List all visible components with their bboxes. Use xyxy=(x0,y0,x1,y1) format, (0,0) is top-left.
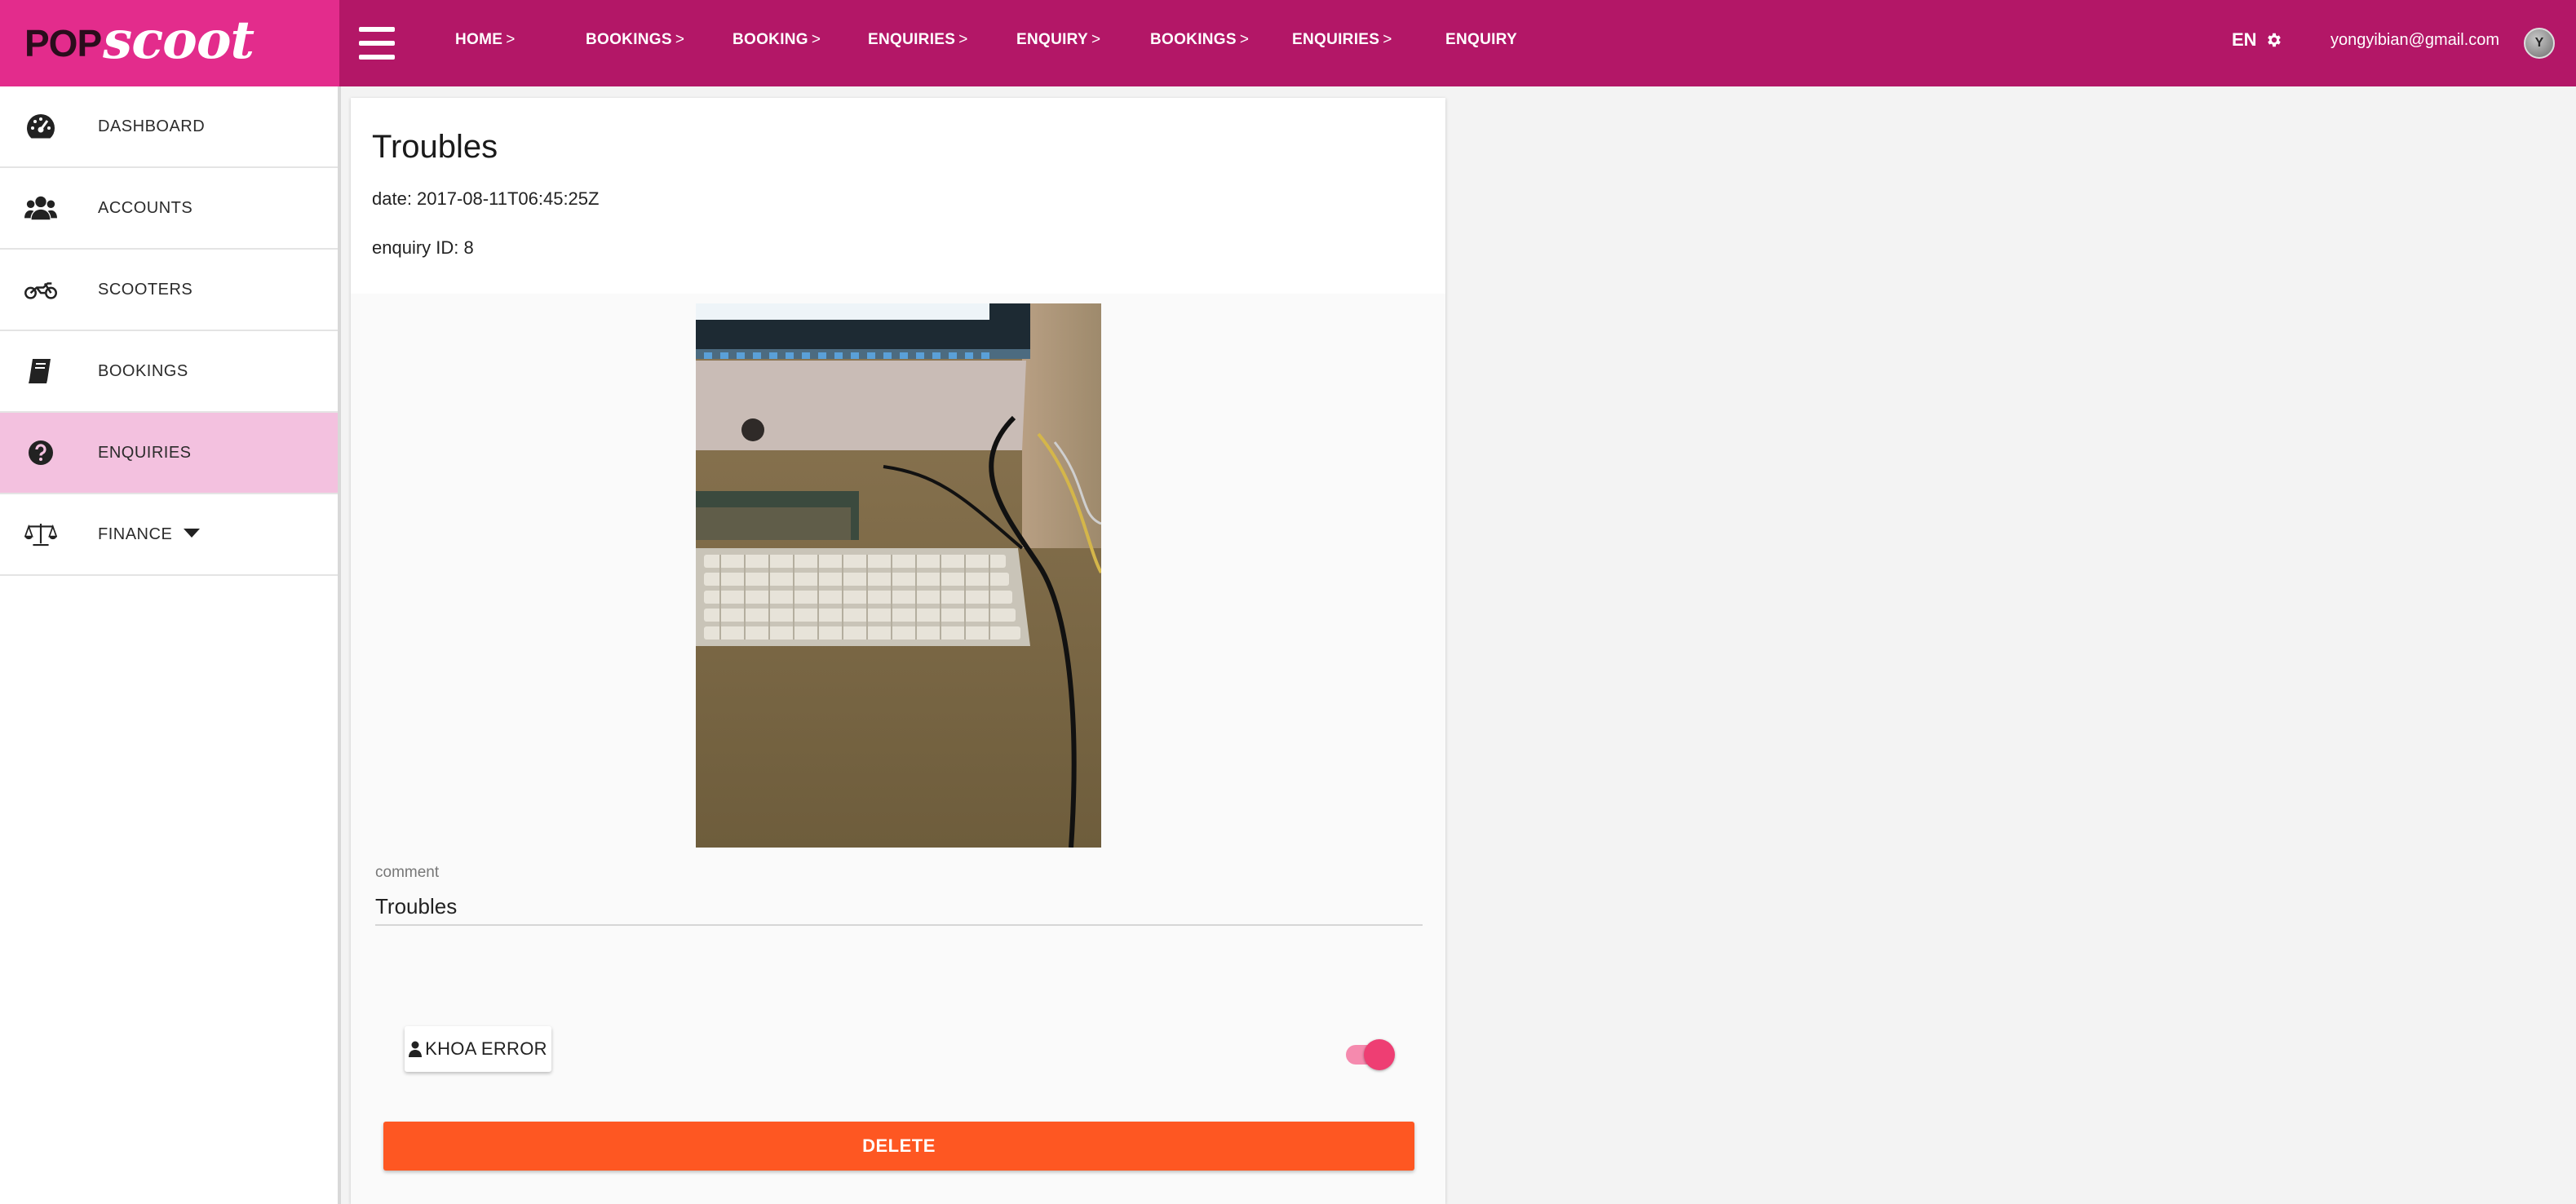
delete-button[interactable]: DELETE xyxy=(383,1122,1414,1171)
breadcrumb-item-enquiry-current[interactable]: ENQUIRY xyxy=(1445,31,1517,49)
breadcrumb-item-bookings[interactable]: BOOKINGS > xyxy=(586,31,684,49)
sidebar-item-enquiries[interactable]: ENQUIRIES xyxy=(0,413,338,494)
sidebar-item-label: ENQUIRIES xyxy=(98,443,192,462)
breadcrumb-item-booking[interactable]: BOOKING > xyxy=(733,31,821,49)
logo-scoot-text: scoot xyxy=(103,9,255,71)
sidebar-item-label: ACCOUNTS xyxy=(98,198,193,217)
enquiry-photo[interactable] xyxy=(696,303,1101,848)
breadcrumb-item-home[interactable]: HOME > xyxy=(455,31,516,49)
book-icon xyxy=(24,355,57,387)
enquiry-id: enquiry ID: 8 xyxy=(372,237,474,258)
enquiry-date: date: 2017-08-11T06:45:25Z xyxy=(372,188,600,209)
assignee-button-label: KHOA ERROR xyxy=(425,1038,547,1059)
popscoot-logo[interactable]: POP scoot xyxy=(0,0,339,86)
logo-pop-text: POP xyxy=(24,22,102,64)
page-title: Troubles xyxy=(372,129,498,165)
breadcrumb-item-bookings-2[interactable]: BOOKINGS > xyxy=(1150,31,1249,49)
menu-icon[interactable] xyxy=(359,27,395,60)
assignee-button[interactable]: KHOA ERROR xyxy=(405,1026,551,1072)
gear-icon xyxy=(2267,33,2281,47)
motorcycle-icon xyxy=(24,273,57,306)
sidebar-item-label: FINANCE xyxy=(98,525,201,544)
sidebar-item-label: SCOOTERS xyxy=(98,280,193,299)
toggle-knob xyxy=(1364,1039,1395,1070)
language-selector[interactable]: EN xyxy=(2232,29,2283,51)
avatar[interactable]: Y xyxy=(2524,28,2555,59)
user-email[interactable]: yongyibian@gmail.com xyxy=(2330,31,2499,50)
breadcrumb-item-enquiry[interactable]: ENQUIRY > xyxy=(1016,31,1100,49)
comment-field[interactable]: Troubles xyxy=(375,894,457,919)
sidebar-item-dashboard[interactable]: DASHBOARD xyxy=(0,86,338,168)
sidebar-item-label: BOOKINGS xyxy=(98,361,188,380)
sidebar-item-finance[interactable]: FINANCE xyxy=(0,494,338,576)
avatar-initial: Y xyxy=(2534,36,2544,50)
top-app-bar: POP scoot HOME > BOOKINGS > BOOKING > ENQUI… xyxy=(0,0,2576,86)
breadcrumb-item-enquiries[interactable]: ENQUIRIES > xyxy=(868,31,968,49)
chevron-down-icon[interactable] xyxy=(184,528,201,538)
sidebar-item-accounts[interactable]: ACCOUNTS xyxy=(0,168,338,250)
balance-scale-icon xyxy=(24,518,57,551)
comment-label: comment xyxy=(375,864,440,881)
speedometer-icon xyxy=(24,110,57,143)
question-circle-icon xyxy=(24,436,57,469)
enquiry-card: Troubles date: 2017-08-11T06:45:25Z enqu… xyxy=(351,98,1445,1204)
sidebar-item-scooters[interactable]: SCOOTERS xyxy=(0,250,338,331)
language-label: EN xyxy=(2232,29,2257,50)
resolved-toggle[interactable] xyxy=(1344,1038,1395,1072)
users-icon xyxy=(24,192,57,224)
comment-underline xyxy=(375,924,1423,926)
sidebar: DASHBOARD ACCOUNTS SCOOTERS BOOKINGS ENQ… xyxy=(0,86,341,1204)
enquiry-header: Troubles date: 2017-08-11T06:45:25Z enqu… xyxy=(351,98,1445,294)
sidebar-item-label: DASHBOARD xyxy=(98,117,206,135)
breadcrumb-item-enquiries-2[interactable]: ENQUIRIES > xyxy=(1292,31,1392,49)
sidebar-item-bookings[interactable]: BOOKINGS xyxy=(0,331,338,413)
user-icon xyxy=(409,1041,423,1057)
